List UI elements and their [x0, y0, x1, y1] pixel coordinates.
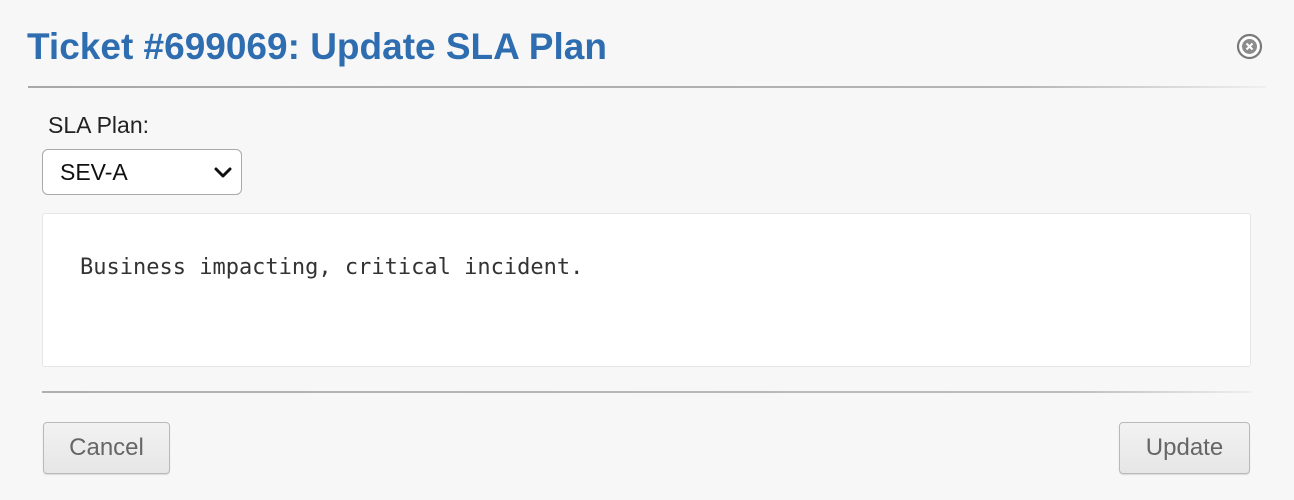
sla-plan-label: SLA Plan: — [48, 112, 150, 138]
sla-description-panel: Business impacting, critical incident. — [42, 213, 1251, 367]
sla-plan-select[interactable]: SEV-A — [42, 149, 242, 195]
sla-plan-selected-value: SEV-A — [60, 159, 128, 185]
header-divider — [28, 86, 1266, 88]
dialog-title: Ticket #699069: Update SLA Plan — [27, 26, 607, 67]
cancel-button[interactable]: Cancel — [43, 422, 170, 474]
sla-description-text: Business impacting, critical incident. — [80, 255, 584, 280]
update-button[interactable]: Update — [1119, 422, 1250, 474]
close-icon[interactable] — [1236, 33, 1263, 60]
chevron-down-icon — [214, 166, 232, 180]
footer-divider — [42, 391, 1251, 393]
update-sla-dialog: Ticket #699069: Update SLA Plan SLA Plan… — [0, 0, 1294, 500]
